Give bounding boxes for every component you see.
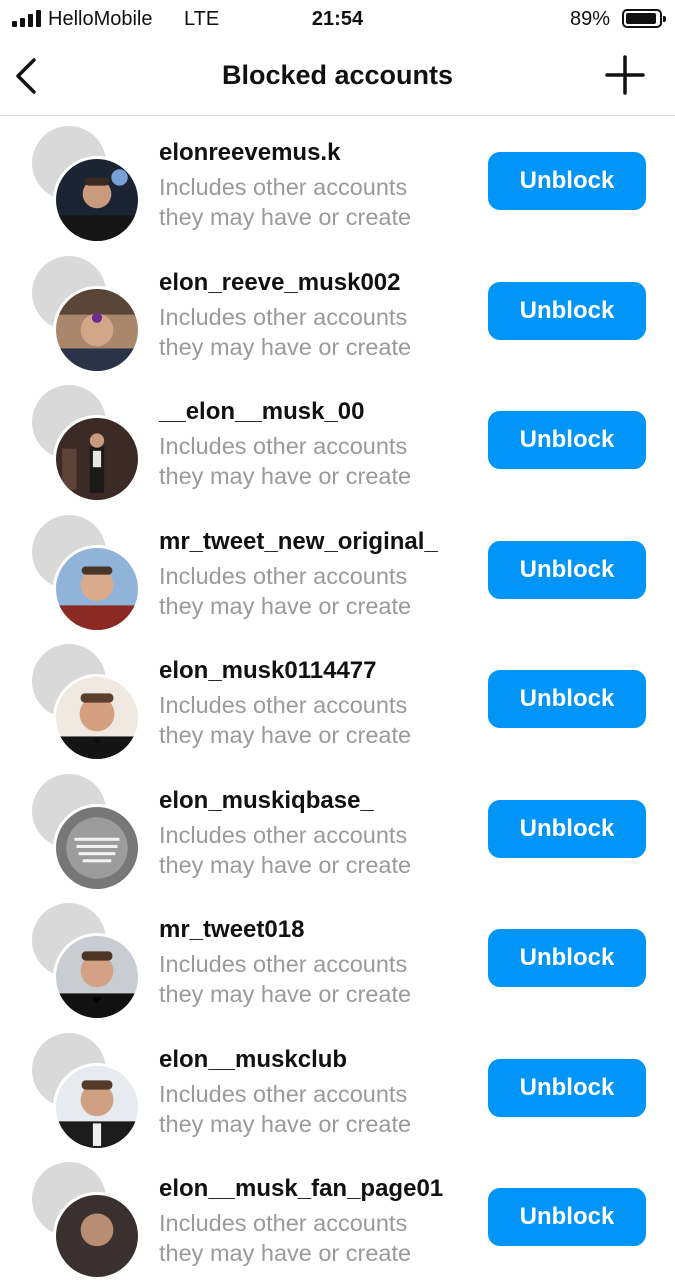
avatar[interactable] — [32, 126, 144, 244]
unblock-button[interactable]: Unblock — [488, 929, 646, 987]
account-username[interactable]: elon_muskiqbase_ — [159, 787, 374, 815]
profile-photo-icon — [56, 936, 138, 1018]
list-item: elonreevemus.k Includes other accounts t… — [0, 117, 675, 247]
status-bar: HelloMobile LTE 21:54 89% — [0, 0, 675, 38]
list-item: elon_reeve_musk002 Includes other accoun… — [0, 247, 675, 377]
blocked-accounts-list: elonreevemus.k Includes other accounts t… — [0, 117, 675, 1283]
unblock-button[interactable]: Unblock — [488, 411, 646, 469]
nav-bar: Blocked accounts — [0, 38, 675, 116]
list-item: mr_tweet_new_original_ Includes other ac… — [0, 506, 675, 636]
account-subtext: Includes other accounts they may have or… — [159, 562, 412, 619]
account-subtext: Includes other accounts they may have or… — [159, 951, 412, 1007]
avatar[interactable] — [32, 773, 144, 892]
account-username[interactable]: mr_tweet_new_original_ — [159, 528, 438, 556]
account-subtext: Includes other accounts they may have or… — [159, 303, 412, 360]
avatar[interactable] — [32, 903, 144, 1021]
account-subtext: Includes other accounts they may have or… — [159, 821, 412, 878]
account-username[interactable]: mr_tweet018 — [159, 916, 304, 944]
avatar[interactable] — [32, 385, 144, 503]
list-item: __elon__musk_00 Includes other accounts … — [0, 376, 675, 506]
unblock-button[interactable]: Unblock — [488, 670, 646, 728]
account-subtext: Includes other accounts they may have or… — [159, 433, 412, 489]
unblock-button[interactable]: Unblock — [488, 799, 646, 858]
profile-photo-icon — [56, 418, 138, 500]
battery-icon — [622, 9, 666, 28]
battery-percent: 89% — [570, 8, 611, 30]
account-username[interactable]: elon_reeve_musk002 — [159, 269, 401, 297]
account-subtext: Includes other accounts they may have or… — [159, 692, 412, 748]
profile-photo-icon — [56, 677, 138, 759]
list-item: elon_musk0114477 Includes other accounts… — [0, 635, 675, 765]
avatar[interactable] — [32, 1032, 144, 1151]
unblock-button[interactable]: Unblock — [488, 540, 646, 599]
list-item: elon_muskiqbase_ Includes other accounts… — [0, 765, 675, 895]
list-item: mr_tweet018 Includes other accounts they… — [0, 894, 675, 1024]
profile-photo-icon — [56, 1195, 138, 1277]
page-title: Blocked accounts — [221, 60, 454, 90]
profile-photo-icon — [56, 159, 138, 241]
profile-photo-icon — [56, 288, 138, 371]
account-username[interactable]: elon__musk_fan_page01 — [159, 1175, 443, 1203]
account-username[interactable]: __elon__musk_00 — [159, 398, 364, 426]
profile-photo-icon — [56, 1065, 138, 1148]
profile-photo-icon — [56, 547, 138, 630]
account-username[interactable]: elon__muskclub — [159, 1046, 347, 1074]
account-username[interactable]: elon_musk0114477 — [159, 657, 377, 685]
unblock-button[interactable]: Unblock — [488, 1188, 646, 1246]
unblock-button[interactable]: Unblock — [488, 281, 646, 340]
unblock-button[interactable]: Unblock — [488, 152, 646, 210]
avatar[interactable] — [32, 514, 144, 633]
account-subtext: Includes other accounts they may have or… — [159, 1080, 412, 1137]
unblock-button[interactable]: Unblock — [488, 1058, 646, 1117]
list-item: elon__musk_fan_page01 Includes other acc… — [0, 1153, 675, 1283]
avatar[interactable] — [32, 255, 144, 374]
avatar[interactable] — [32, 644, 144, 762]
account-subtext: Includes other accounts they may have or… — [159, 174, 412, 230]
plus-icon — [605, 55, 645, 95]
account-username[interactable]: elonreevemus.k — [159, 139, 340, 167]
profile-photo-icon — [56, 806, 138, 889]
avatar[interactable] — [32, 1162, 144, 1280]
account-subtext: Includes other accounts they may have or… — [159, 1210, 412, 1266]
list-item: elon__muskclub Includes other accounts t… — [0, 1024, 675, 1154]
add-blocked-account-button[interactable] — [604, 54, 646, 96]
